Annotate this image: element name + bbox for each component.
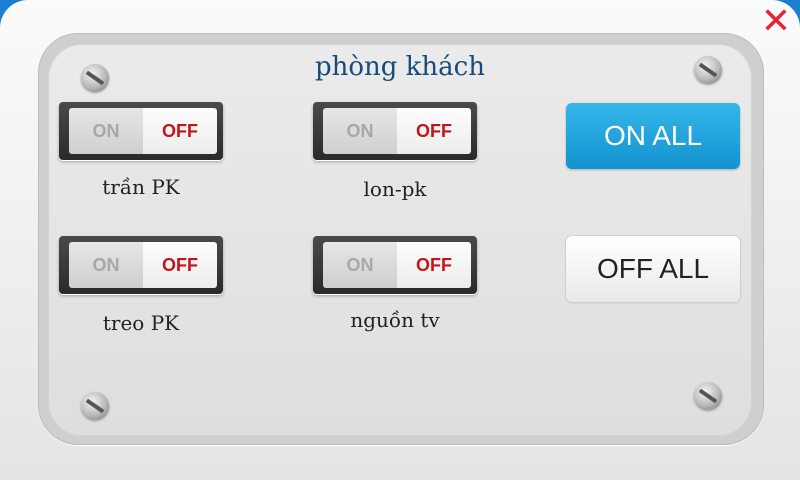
toggle-on-label: ON: [69, 242, 143, 288]
toggle-off-label: OFF: [397, 108, 471, 154]
on-all-button[interactable]: ON ALL: [566, 103, 740, 169]
screw-icon: [81, 392, 109, 420]
off-all-button[interactable]: OFF ALL: [566, 236, 740, 302]
switch-label: treo PK: [102, 311, 180, 335]
toggle-on-label: ON: [323, 242, 397, 288]
toggle-off-label: OFF: [143, 242, 217, 288]
switch-label: trần PK: [102, 175, 180, 199]
toggle-switch-treo-pk[interactable]: ON OFF: [59, 236, 223, 294]
toggle-switch-lon-pk[interactable]: ON OFF: [313, 102, 477, 160]
screw-icon: [81, 64, 109, 92]
toggle-switch-tran-pk[interactable]: ON OFF: [59, 102, 223, 160]
toggle-on-label: ON: [69, 108, 143, 154]
screw-icon: [694, 56, 722, 84]
toggle-switch-nguon-tv[interactable]: ON OFF: [313, 236, 477, 294]
toggle-off-label: OFF: [143, 108, 217, 154]
page-title: phòng khách: [314, 52, 485, 82]
close-icon[interactable]: ✕: [760, 4, 792, 40]
switch-label: nguồn tv: [350, 308, 440, 332]
toggle-off-label: OFF: [397, 242, 471, 288]
switch-label: lon-pk: [363, 177, 427, 201]
toggle-on-label: ON: [323, 108, 397, 154]
screw-icon: [694, 382, 722, 410]
